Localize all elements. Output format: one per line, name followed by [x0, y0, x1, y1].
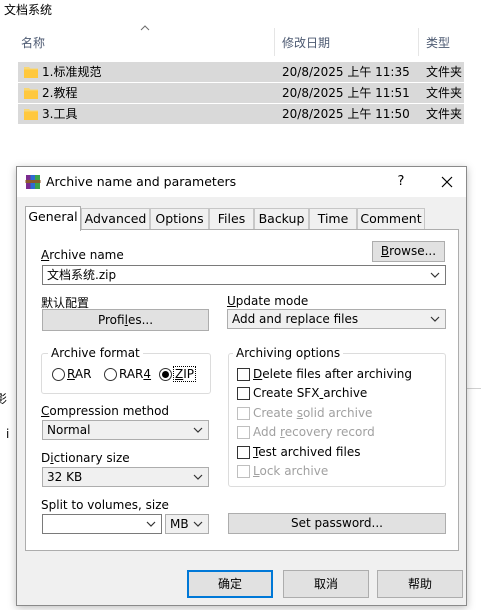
radio-zip-label[interactable]: ZIP — [173, 366, 197, 382]
tab-time[interactable]: Time — [309, 208, 357, 230]
column-divider[interactable] — [418, 28, 419, 56]
file-name: 3.工具 — [42, 107, 78, 121]
tab-files[interactable]: Files — [209, 208, 254, 230]
file-name: 1.标准规范 — [42, 65, 102, 79]
folder-icon — [24, 88, 38, 99]
file-date: 20/8/2025 上午 11:35 — [282, 65, 410, 79]
chevron-down-icon — [193, 427, 203, 433]
archive-format-title: Archive format — [48, 346, 143, 360]
update-mode-value: Add and replace files — [232, 312, 359, 326]
checkbox-create-sfx[interactable] — [237, 387, 250, 400]
column-header-name[interactable]: 名称 — [21, 30, 45, 54]
ok-button[interactable]: 确定 — [187, 570, 273, 598]
chevron-down-icon — [193, 521, 203, 527]
background-text-fragment: i — [6, 427, 10, 441]
help-button[interactable]: 帮助 — [377, 570, 463, 598]
folder-icon — [24, 67, 38, 78]
delete-files-label[interactable]: Delete files after archiving — [253, 367, 412, 381]
file-date: 20/8/2025 上午 11:50 — [282, 107, 410, 121]
chevron-down-icon — [193, 474, 203, 480]
sort-up-icon — [140, 25, 150, 31]
test-archived-label[interactable]: Test archived files — [253, 445, 360, 459]
archive-name-value: 文档系统.zip — [47, 268, 117, 282]
dictionary-size-label: Dictionary size — [41, 451, 130, 465]
dialog-titlebar[interactable]: Archive name and parameters ? — [17, 167, 466, 197]
compression-method-label: Compression method — [41, 404, 170, 418]
checkbox-recovery-record — [237, 426, 250, 439]
radio-rar4[interactable] — [104, 368, 117, 381]
archive-dialog: Archive name and parameters ? General Ad… — [16, 166, 467, 606]
folder-icon — [24, 109, 38, 120]
create-solid-label: Create solid archive — [253, 406, 373, 420]
tab-options[interactable]: Options — [150, 208, 209, 230]
close-icon — [441, 176, 453, 188]
tab-general[interactable]: General — [25, 206, 81, 231]
file-row[interactable]: 3.工具 20/8/2025 上午 11:50 文件夹 — [18, 104, 464, 124]
split-unit-value: MB — [170, 517, 189, 531]
file-type: 文件夹 — [426, 107, 463, 121]
radio-rar[interactable] — [52, 368, 65, 381]
chevron-down-icon — [430, 272, 440, 278]
background-divider — [467, 388, 481, 389]
title-help-button[interactable]: ? — [388, 172, 414, 192]
update-mode-label: Update mode — [227, 294, 309, 308]
split-unit-select[interactable]: MB — [165, 514, 209, 534]
file-name: 2.教程 — [42, 86, 78, 100]
checkbox-lock-archive — [237, 465, 250, 478]
column-header-type[interactable]: 类型 — [426, 30, 450, 54]
lock-archive-label: Lock archive — [253, 464, 329, 478]
radio-rar-label[interactable]: RAR — [67, 367, 91, 381]
archiving-options-title: Archiving options — [233, 346, 344, 360]
column-divider[interactable] — [274, 28, 275, 56]
radio-rar4-label[interactable]: RAR4 — [119, 367, 151, 381]
file-date: 20/8/2025 上午 11:51 — [282, 86, 410, 100]
checkbox-test-archived[interactable] — [237, 446, 250, 459]
compression-method-value: Normal — [47, 423, 91, 437]
update-mode-select[interactable]: Add and replace files — [227, 309, 446, 329]
profiles-button[interactable]: Profiles... — [42, 309, 209, 331]
set-password-button[interactable]: Set password... — [228, 513, 446, 534]
compression-method-select[interactable]: Normal — [42, 420, 209, 440]
tab-backup[interactable]: Backup — [254, 208, 309, 230]
create-sfx-label[interactable]: Create SFX archive — [253, 386, 367, 400]
file-row[interactable]: 1.标准规范 20/8/2025 上午 11:35 文件夹 — [18, 62, 464, 82]
radio-zip[interactable] — [159, 368, 172, 381]
column-header-date[interactable]: 修改日期 — [282, 30, 330, 54]
chevron-down-icon — [430, 316, 440, 322]
file-type: 文件夹 — [426, 65, 463, 79]
file-row[interactable]: 2.教程 20/8/2025 上午 11:51 文件夹 — [18, 83, 464, 103]
browse-button[interactable]: Browse... — [372, 241, 445, 262]
file-type: 文件夹 — [426, 86, 463, 100]
dictionary-size-value: 32 KB — [47, 470, 83, 484]
tab-advanced[interactable]: Advanced — [81, 208, 150, 230]
checkbox-create-solid — [237, 407, 250, 420]
winrar-app-icon — [25, 175, 41, 189]
cancel-button[interactable]: 取消 — [283, 570, 369, 598]
archive-name-label: Archive name — [41, 248, 124, 262]
archive-name-combobox[interactable]: 文档系统.zip — [42, 265, 446, 285]
tab-comment[interactable]: Comment — [357, 208, 425, 230]
split-volumes-label: Split to volumes, size — [41, 498, 169, 512]
dictionary-size-select[interactable]: 32 KB — [42, 467, 209, 487]
radio-selected-dot — [162, 371, 169, 378]
explorer-folder-title: 文档系统 — [4, 3, 53, 17]
recovery-record-label: Add recovery record — [253, 425, 375, 439]
split-volumes-combobox[interactable] — [42, 514, 162, 534]
checkbox-delete-files[interactable] — [237, 368, 250, 381]
background-text-fragment: 影 — [0, 392, 8, 406]
close-button[interactable] — [433, 172, 461, 192]
dialog-title: Archive name and parameters — [46, 174, 237, 189]
chevron-down-icon — [146, 521, 156, 527]
